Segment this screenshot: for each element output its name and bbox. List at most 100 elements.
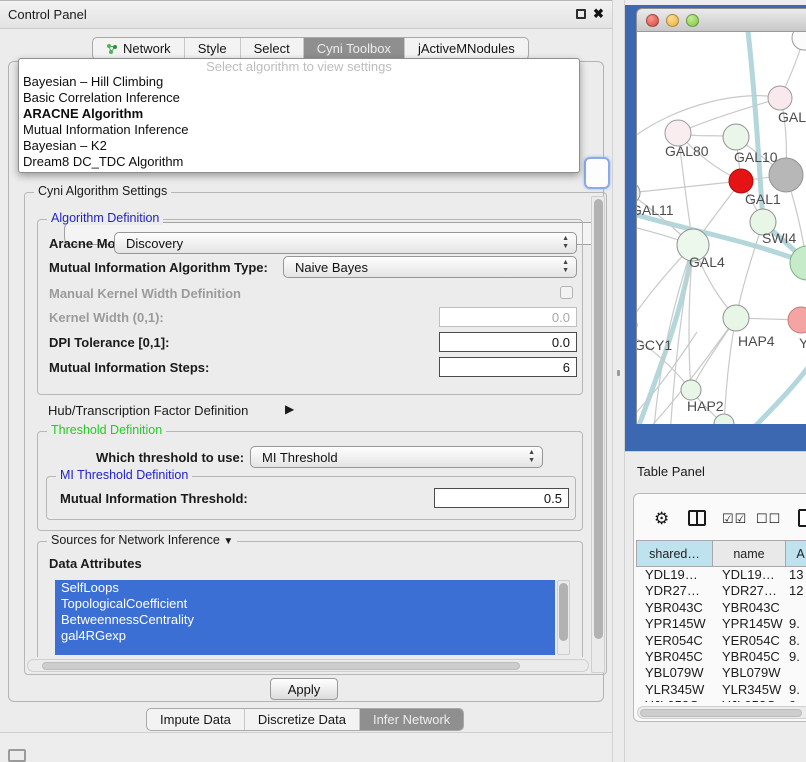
table-header: shared… name A bbox=[636, 540, 806, 567]
expand-arrow-icon[interactable]: ▶ bbox=[285, 402, 294, 416]
table-cell: YPR145W bbox=[713, 616, 786, 632]
application-window: Control Panel ✖ Network Style Select Cyn… bbox=[0, 0, 806, 762]
gear-icon[interactable]: ⚙ bbox=[654, 509, 669, 529]
apply-button[interactable]: Apply bbox=[270, 678, 338, 700]
minimized-panel-icon[interactable] bbox=[8, 749, 26, 762]
kernel-width-field[interactable]: 0.0 bbox=[439, 307, 577, 327]
network-node-hap2[interactable] bbox=[681, 380, 701, 400]
table-cell: YER054C bbox=[636, 633, 713, 649]
table-row[interactable]: YBL079WYBL079W bbox=[636, 665, 806, 681]
kernel-width-label: Kernel Width (0,1): bbox=[49, 310, 164, 325]
tab-label: Discretize Data bbox=[258, 712, 346, 727]
column-header-name[interactable]: name bbox=[713, 540, 786, 567]
attribute-list-item[interactable]: SelfLoops bbox=[55, 580, 555, 596]
network-node-gal10[interactable] bbox=[723, 124, 749, 150]
tab-jactivemnodules[interactable]: jActiveMNodules bbox=[405, 38, 528, 59]
settings-vertical-scrollbar[interactable] bbox=[591, 196, 605, 673]
focused-combobox-fragment[interactable] bbox=[584, 157, 610, 189]
table-row[interactable]: YBR045CYBR045C9. bbox=[636, 649, 806, 665]
settings-horizontal-scrollbar[interactable] bbox=[27, 659, 589, 672]
tab-discretize-data[interactable]: Discretize Data bbox=[245, 709, 360, 730]
control-panel: Control Panel ✖ Network Style Select Cyn… bbox=[0, 0, 612, 733]
table-cell: 9. bbox=[786, 682, 806, 698]
table-row[interactable]: YER054CYER054C8. bbox=[636, 633, 806, 649]
manual-kernel-checkbox[interactable] bbox=[560, 286, 573, 299]
dropdown-option[interactable]: Basic Correlation Inference bbox=[19, 90, 579, 106]
table-row[interactable]: YBR043CYBR043C bbox=[636, 600, 806, 616]
select-all-checks-icon[interactable]: ☑☑ bbox=[722, 511, 747, 527]
splitter-handle[interactable] bbox=[617, 370, 620, 376]
float-panel-icon[interactable] bbox=[576, 9, 586, 19]
table-cell: 9. bbox=[786, 698, 806, 702]
export-table-icon[interactable] bbox=[798, 509, 806, 527]
table-body: YDL19…YDL19…13YDR27…YDR27…12YBR043CYBR04… bbox=[636, 567, 806, 702]
network-node-gal[interactable] bbox=[768, 86, 792, 110]
control-panel-tabstrip: Network Style Select Cyni Toolbox jActiv… bbox=[92, 37, 529, 60]
tab-impute-data[interactable]: Impute Data bbox=[147, 709, 245, 730]
table-cell: YDR27… bbox=[636, 583, 713, 599]
column-header-shared-name[interactable]: shared… bbox=[636, 540, 713, 567]
column-header-next[interactable]: A bbox=[786, 540, 806, 567]
selected-value: Discovery bbox=[126, 236, 183, 251]
dropdown-placeholder: Select algorithm to view settings bbox=[19, 59, 579, 74]
table-row[interactable]: YJL052CYJL052C9. bbox=[636, 698, 806, 702]
control-panel-title: Control Panel bbox=[8, 7, 87, 22]
attributes-scrollbar[interactable] bbox=[557, 580, 570, 655]
network-node[interactable] bbox=[792, 32, 806, 50]
tab-style[interactable]: Style bbox=[185, 38, 241, 59]
tab-cyni-toolbox[interactable]: Cyni Toolbox bbox=[304, 38, 405, 59]
clear-all-checks-icon[interactable]: ☐☐ bbox=[756, 511, 781, 527]
mi-algorithm-type-select[interactable]: Naive Bayes ▲▼ bbox=[283, 256, 577, 278]
mi-steps-field[interactable]: 6 bbox=[439, 357, 577, 377]
group-title: Threshold Definition bbox=[47, 423, 166, 437]
attribute-list-item[interactable]: gal4RGexp bbox=[55, 628, 555, 644]
data-attributes-list[interactable]: SelfLoopsTopologicalCoefficientBetweenne… bbox=[55, 580, 555, 655]
aracne-mode-select[interactable]: Discovery ▲▼ bbox=[114, 232, 577, 254]
group-title: Algorithm Definition bbox=[47, 211, 163, 225]
table-row[interactable]: YDR27…YDR27…12 bbox=[636, 583, 806, 599]
node-label: Y bbox=[799, 335, 806, 351]
table-cell: YLR345W bbox=[636, 682, 713, 698]
network-canvas[interactable]: GALGAL80GAL10GAL1GAL11SWI4GAL4GCY1HAP4YH… bbox=[636, 32, 806, 424]
dropdown-option[interactable]: Bayesian – K2 bbox=[19, 138, 579, 154]
mi-threshold-field[interactable]: 0.5 bbox=[434, 488, 569, 508]
selected-value: Naive Bayes bbox=[295, 260, 368, 275]
table-row[interactable]: YLR345WYLR345W9. bbox=[636, 682, 806, 698]
tab-network[interactable]: Network bbox=[93, 38, 185, 59]
zoom-window-icon[interactable] bbox=[686, 14, 699, 27]
dropdown-option[interactable]: ARACNE Algorithm bbox=[19, 106, 579, 122]
mi-threshold-definition-group: MI Threshold Definition Mutual Informati… bbox=[46, 476, 576, 520]
table-horizontal-scrollbar[interactable] bbox=[637, 706, 806, 719]
network-window-titlebar[interactable] bbox=[636, 8, 806, 32]
tab-select[interactable]: Select bbox=[241, 38, 304, 59]
network-node-hap4[interactable] bbox=[723, 305, 749, 331]
columns-icon[interactable] bbox=[688, 510, 706, 526]
network-node-y[interactable] bbox=[788, 307, 806, 333]
tab-label: Network bbox=[123, 41, 171, 56]
node-label: GAL4 bbox=[689, 254, 725, 270]
close-window-icon[interactable] bbox=[646, 14, 659, 27]
dpi-tolerance-field[interactable]: 0.0 bbox=[439, 332, 577, 352]
dpi-tolerance-label: DPI Tolerance [0,1]: bbox=[49, 335, 169, 350]
mi-steps-label: Mutual Information Steps: bbox=[49, 360, 209, 375]
node-label: GAL1 bbox=[745, 191, 781, 207]
dropdown-options: Bayesian – Hill ClimbingBasic Correlatio… bbox=[19, 74, 579, 170]
table-cell: YBR045C bbox=[713, 649, 786, 665]
panel-splitter[interactable] bbox=[612, 0, 625, 762]
table-row[interactable]: YPR145WYPR145W9. bbox=[636, 616, 806, 632]
attribute-list-item[interactable]: TopologicalCoefficient bbox=[55, 596, 555, 612]
dropdown-option[interactable]: Dream8 DC_TDC Algorithm bbox=[19, 154, 579, 170]
network-node-gal1[interactable] bbox=[729, 169, 753, 193]
network-node[interactable] bbox=[714, 414, 734, 424]
table-cell: YBL079W bbox=[713, 665, 786, 681]
group-title: MI Threshold Definition bbox=[56, 468, 192, 482]
attribute-list-item[interactable]: BetweennessCentrality bbox=[55, 612, 555, 628]
minimize-window-icon[interactable] bbox=[666, 14, 679, 27]
tab-infer-network[interactable]: Infer Network bbox=[360, 709, 463, 730]
dropdown-option[interactable]: Bayesian – Hill Climbing bbox=[19, 74, 579, 90]
dropdown-option[interactable]: Mutual Information Inference bbox=[19, 122, 579, 138]
close-panel-icon[interactable]: ✖ bbox=[593, 6, 604, 22]
table-row[interactable]: YDL19…YDL19…13 bbox=[636, 567, 806, 583]
which-threshold-select[interactable]: MI Threshold ▲▼ bbox=[250, 446, 543, 468]
collapse-arrow-icon[interactable]: ▼ bbox=[223, 536, 233, 547]
